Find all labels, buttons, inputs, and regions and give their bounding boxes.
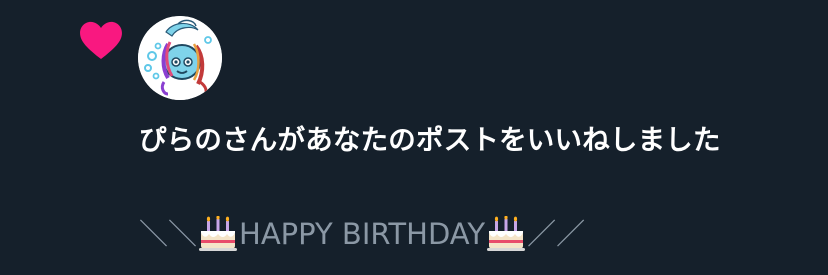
notification-message: ぴらのさんがあなたのポストをいいねしました xyxy=(139,124,721,156)
birthday-cake-icon xyxy=(199,216,238,251)
preview-suffix: ／／ xyxy=(527,217,586,251)
like-notification[interactable]: ぴらのさんがあなたのポストをいいねしました ＼＼ HAPPY BIRTHDAY xyxy=(0,0,828,275)
preview-prefix: ＼＼ xyxy=(139,217,198,251)
avatar-illustration xyxy=(138,16,222,100)
birthday-cake-icon xyxy=(487,216,526,251)
post-preview[interactable]: ＼＼ HAPPY BIRTHDAY ／／ xyxy=(139,208,799,260)
preview-text: HAPPY BIRTHDAY xyxy=(239,217,486,251)
avatar[interactable] xyxy=(138,16,222,100)
heart-icon xyxy=(80,21,122,60)
